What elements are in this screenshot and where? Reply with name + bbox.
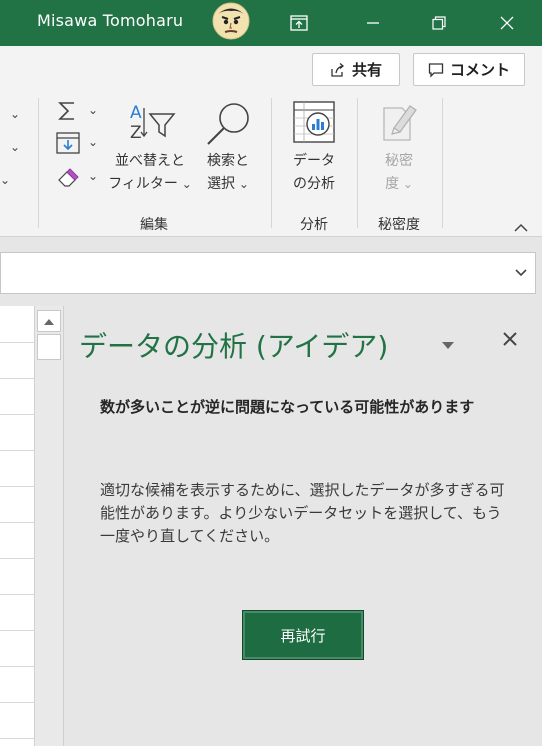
title-bar: Misawa Tomoharu [0,0,542,46]
chevron-down-icon: ⌄ [88,135,99,149]
pane-options-icon[interactable] [441,335,455,354]
sensitivity-label-1: 秘密 [385,153,413,169]
close-window-icon[interactable] [484,0,530,46]
sort-filter-label-2: フィルター [108,176,178,192]
svg-text:A: A [130,103,142,123]
fill-button[interactable]: ⌄ [54,130,102,158]
ribbon: 共有 コメント ⌄ ⌄ ⌄ ⌄ ⌄ ⌄ A Z 並べ替えと フィルター ⌄ 検索… [0,46,542,237]
chevron-down-icon[interactable]: ⌄ [10,140,20,154]
chevron-down-icon: ⌄ [88,169,99,183]
sensitivity-label-2: 度 [385,176,400,192]
share-label: 共有 [351,61,382,79]
chevron-down-icon[interactable]: ⌄ [0,173,10,187]
sort-filter-label-1: 並べ替えと [115,153,185,169]
scroll-thumb[interactable] [37,334,61,360]
separator [38,98,39,228]
pane-title: データの分析 (アイデア) [79,330,389,363]
chevron-down-icon: ⌄ [235,177,249,191]
eraser-icon [58,168,79,187]
worksheet-grid[interactable] [0,306,35,746]
pane-heading: 数が多いことが逆に問題になっている可能性があります [100,398,475,416]
share-icon [331,62,344,77]
comment-label: コメント [449,61,510,79]
analyze-data-button[interactable]: データ の分析 [282,98,346,200]
ribbon-display-options-icon[interactable] [276,0,322,46]
find-select-label-1: 検索と [207,153,249,169]
pane-close-icon[interactable] [502,331,518,351]
formula-bar[interactable] [0,252,536,294]
autosum-button[interactable]: ⌄ [54,98,102,126]
scroll-up-button[interactable] [37,310,61,332]
user-avatar[interactable] [212,2,250,40]
sensitivity-icon [383,105,417,141]
group-label-analysis: 分析 [300,217,328,233]
group-label-sensitivity: 秘密度 [378,217,420,233]
find-select-label-2: 選択 [207,176,236,192]
chevron-down-icon[interactable]: ⌄ [10,107,20,121]
chevron-down-icon: ⌄ [177,177,192,191]
retry-button[interactable]: 再試行 [243,611,363,659]
analyze-data-label-1: データ [293,153,335,169]
separator [357,98,358,228]
clear-button[interactable]: ⌄ [54,164,102,192]
collapse-ribbon-icon[interactable] [514,218,528,237]
sensitivity-button[interactable]: 秘密 度 ⌄ [366,98,432,200]
analyze-data-label-2: の分析 [293,176,335,192]
share-button[interactable]: 共有 [312,53,400,86]
group-label-editing: 編集 [140,217,168,233]
chevron-down-icon: ⌄ [88,103,99,117]
fill-down-icon [56,132,80,154]
separator [442,98,443,228]
vertical-scrollbar[interactable] [34,306,64,746]
comment-button[interactable]: コメント [413,53,525,86]
sigma-icon [58,102,74,120]
chevron-down-icon: ⌄ [399,177,413,191]
separator [271,98,272,228]
analyze-data-icon [293,101,335,143]
sort-filter-button[interactable]: A Z 並べ替えと フィルター ⌄ [108,98,192,200]
sort-filter-icon: A Z [130,103,176,143]
minimize-icon[interactable] [350,0,396,46]
user-name[interactable]: Misawa Tomoharu [37,11,183,30]
svg-text:Z: Z [130,123,142,143]
comment-icon [428,62,444,78]
pane-message: 適切な候補を表示するために、選択したデータが多すぎる可能性があります。より少ない… [100,481,505,545]
find-select-button[interactable]: 検索と 選択 ⌄ [196,98,260,200]
expand-formula-bar-icon[interactable] [515,268,527,278]
magnifier-icon [207,103,249,145]
restore-icon[interactable] [416,0,462,46]
